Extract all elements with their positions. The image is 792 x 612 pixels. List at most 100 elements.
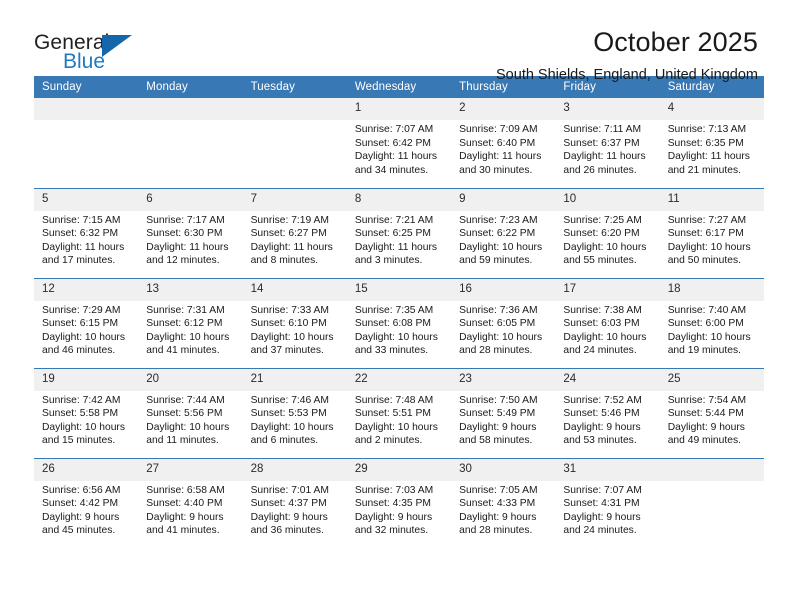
day-details: Sunrise: 7:01 AM Sunset: 4:37 PM Daylight:… bbox=[243, 481, 347, 538]
sunrise-text: Sunrise: 7:54 AM bbox=[667, 394, 747, 406]
calendar-day-cell[interactable]: 13 Sunrise: 7:31 AM Sunset: 6:12 PM Dayligh… bbox=[138, 277, 243, 368]
day-cell-inner: 15 Sunrise: 7:35 AM Sunset: 6:08 PM Dayligh… bbox=[346, 278, 452, 368]
day-details: Sunrise: 7:50 AM Sunset: 5:49 PM Daylight:… bbox=[451, 391, 555, 448]
day-details: Sunrise: 7:07 AM Sunset: 6:42 PM Daylight:… bbox=[347, 120, 451, 177]
day-cell-inner bbox=[138, 98, 243, 188]
day-cell-inner: 6 Sunrise: 7:17 AM Sunset: 6:30 PM Daylight… bbox=[138, 188, 243, 278]
day-number: 7 bbox=[242, 188, 347, 211]
day-number: 14 bbox=[242, 278, 347, 301]
calendar-week-row: 12 Sunrise: 7:29 AM Sunset: 6:15 PM Dayligh… bbox=[34, 277, 764, 368]
day-details: Sunrise: 7:44 AM Sunset: 5:56 PM Daylight:… bbox=[138, 391, 242, 448]
day-cell-inner: 23 Sunrise: 7:50 AM Sunset: 5:49 PM Dayligh… bbox=[451, 368, 556, 458]
calendar-day-cell[interactable]: 17 Sunrise: 7:38 AM Sunset: 6:03 PM Dayligh… bbox=[555, 277, 660, 368]
day-details: Sunrise: 7:33 AM Sunset: 6:10 PM Daylight:… bbox=[243, 301, 347, 358]
sunrise-text: Sunrise: 7:44 AM bbox=[146, 394, 225, 406]
day-number: 9 bbox=[451, 188, 556, 211]
calendar-day-cell[interactable]: 27 Sunrise: 6:58 AM Sunset: 4:40 PM Dayligh… bbox=[138, 457, 243, 548]
day-details: Sunrise: 6:58 AM Sunset: 4:40 PM Daylight:… bbox=[138, 481, 242, 538]
sunrise-text: Sunrise: 7:07 AM bbox=[354, 124, 434, 135]
daylight-text: Daylight: 10 hours and 46 minutes. bbox=[42, 331, 125, 357]
sunset-text: Sunset: 6:42 PM bbox=[354, 137, 431, 149]
calendar-day-cell[interactable]: 25 Sunrise: 7:54 AM Sunset: 5:44 PM Dayligh… bbox=[659, 367, 764, 458]
calendar-day-cell[interactable]: 12 Sunrise: 7:29 AM Sunset: 6:15 PM Dayligh… bbox=[34, 277, 139, 368]
calendar-day-cell[interactable]: 29 Sunrise: 7:03 AM Sunset: 4:35 PM Dayligh… bbox=[346, 457, 452, 548]
day-cell-inner bbox=[659, 458, 764, 549]
day-cell-inner: 20 Sunrise: 7:44 AM Sunset: 5:56 PM Dayligh… bbox=[138, 368, 243, 458]
calendar-page: General Blue October 2025 South Shields,… bbox=[0, 0, 792, 612]
calendar-day-cell[interactable]: 4 Sunrise: 7:13 AM Sunset: 6:35 PM Daylight… bbox=[659, 98, 764, 188]
day-cell-inner bbox=[34, 98, 139, 188]
calendar-day-cell[interactable]: 5 Sunrise: 7:15 AM Sunset: 6:32 PM Daylight… bbox=[34, 187, 139, 278]
calendar-day-cell[interactable]: 3 Sunrise: 7:11 AM Sunset: 6:37 PM Daylight… bbox=[555, 98, 660, 188]
sunset-text: Sunset: 6:15 PM bbox=[42, 318, 119, 330]
day-number: 24 bbox=[555, 368, 660, 391]
calendar-day-cell[interactable]: 11 Sunrise: 7:27 AM Sunset: 6:17 PM Dayligh… bbox=[659, 187, 764, 278]
calendar-day-cell[interactable]: 26 Sunrise: 6:56 AM Sunset: 4:42 PM Dayligh… bbox=[34, 457, 139, 548]
page-title: October 2025 bbox=[593, 27, 758, 57]
day-cell-inner: 18 Sunrise: 7:40 AM Sunset: 6:00 PM Dayligh… bbox=[659, 278, 764, 368]
page-header: General Blue October 2025 South Shields,… bbox=[34, 0, 758, 83]
calendar-day-cell-empty bbox=[659, 457, 764, 549]
daylight-text: Daylight: 9 hours and 41 minutes. bbox=[146, 511, 224, 537]
title-block: October 2025 South Shields, England, Uni… bbox=[184, 26, 758, 85]
day-cell-inner: 24 Sunrise: 7:52 AM Sunset: 5:46 PM Dayligh… bbox=[555, 368, 660, 458]
day-cell-inner: 14 Sunrise: 7:33 AM Sunset: 6:10 PM Dayligh… bbox=[242, 278, 347, 368]
sunset-text: Sunset: 6:17 PM bbox=[667, 228, 744, 240]
calendar-day-cell[interactable]: 15 Sunrise: 7:35 AM Sunset: 6:08 PM Dayligh… bbox=[346, 277, 452, 368]
calendar-day-cell[interactable]: 10 Sunrise: 7:25 AM Sunset: 6:20 PM Dayligh… bbox=[555, 187, 660, 278]
calendar-week-row: 5 Sunrise: 7:15 AM Sunset: 6:32 PM Daylight… bbox=[34, 187, 764, 278]
sunrise-text: Sunrise: 6:58 AM bbox=[146, 484, 225, 496]
calendar-day-cell[interactable]: 2 Sunrise: 7:09 AM Sunset: 6:40 PM Daylight… bbox=[451, 98, 556, 188]
sunset-text: Sunset: 6:08 PM bbox=[354, 318, 431, 330]
calendar-day-cell[interactable]: 19 Sunrise: 7:42 AM Sunset: 5:58 PM Dayligh… bbox=[34, 367, 139, 458]
day-details: Sunrise: 7:13 AM Sunset: 6:35 PM Daylight:… bbox=[660, 120, 764, 177]
sunset-text: Sunset: 6:27 PM bbox=[250, 228, 327, 240]
day-details: Sunrise: 7:07 AM Sunset: 4:31 PM Daylight:… bbox=[555, 481, 659, 538]
general-blue-logo[interactable]: General Blue bbox=[34, 26, 184, 82]
day-number: 18 bbox=[659, 278, 764, 301]
sunset-text: Sunset: 5:53 PM bbox=[250, 408, 327, 420]
calendar-day-cell[interactable]: 16 Sunrise: 7:36 AM Sunset: 6:05 PM Dayligh… bbox=[451, 277, 556, 368]
day-cell-inner: 19 Sunrise: 7:42 AM Sunset: 5:58 PM Dayligh… bbox=[34, 368, 139, 458]
daylight-text: Daylight: 11 hours and 21 minutes. bbox=[667, 151, 750, 176]
day-number: 30 bbox=[451, 458, 556, 481]
calendar-day-cell[interactable]: 23 Sunrise: 7:50 AM Sunset: 5:49 PM Dayligh… bbox=[451, 367, 556, 458]
calendar-day-cell[interactable]: 24 Sunrise: 7:52 AM Sunset: 5:46 PM Dayligh… bbox=[555, 367, 660, 458]
day-number: 17 bbox=[555, 278, 660, 301]
sunrise-text: Sunrise: 7:27 AM bbox=[667, 214, 747, 226]
sunset-text: Sunset: 6:20 PM bbox=[563, 228, 640, 240]
day-number: 21 bbox=[242, 368, 347, 391]
calendar-day-cell[interactable]: 9 Sunrise: 7:23 AM Sunset: 6:22 PM Daylight… bbox=[451, 187, 556, 278]
daylight-text: Daylight: 10 hours and 11 minutes. bbox=[146, 421, 230, 447]
sunset-text: Sunset: 6:32 PM bbox=[42, 228, 119, 240]
calendar-day-cell[interactable]: 20 Sunrise: 7:44 AM Sunset: 5:56 PM Dayligh… bbox=[138, 367, 243, 458]
day-cell-inner: 1 Sunrise: 7:07 AM Sunset: 6:42 PM Daylight… bbox=[346, 98, 452, 188]
calendar-day-cell[interactable]: 22 Sunrise: 7:48 AM Sunset: 5:51 PM Dayligh… bbox=[346, 367, 452, 458]
day-cell-inner bbox=[242, 98, 347, 188]
calendar-day-cell[interactable]: 1 Sunrise: 7:07 AM Sunset: 6:42 PM Daylight… bbox=[346, 98, 452, 188]
day-cell-inner: 28 Sunrise: 7:01 AM Sunset: 4:37 PM Dayligh… bbox=[242, 458, 347, 549]
sunrise-text: Sunrise: 7:52 AM bbox=[563, 394, 642, 406]
sunrise-text: Sunrise: 7:33 AM bbox=[250, 304, 329, 316]
day-number: 23 bbox=[451, 368, 556, 391]
calendar-day-cell[interactable]: 6 Sunrise: 7:17 AM Sunset: 6:30 PM Daylight… bbox=[138, 187, 243, 278]
calendar-day-cell[interactable]: 28 Sunrise: 7:01 AM Sunset: 4:37 PM Dayligh… bbox=[242, 457, 347, 549]
sunrise-text: Sunrise: 7:46 AM bbox=[250, 394, 329, 406]
day-cell-inner: 2 Sunrise: 7:09 AM Sunset: 6:40 PM Daylight… bbox=[451, 98, 556, 188]
calendar-day-cell[interactable]: 31 Sunrise: 7:07 AM Sunset: 4:31 PM Dayligh… bbox=[555, 457, 660, 548]
sunrise-text: Sunrise: 7:35 AM bbox=[354, 304, 434, 316]
calendar-day-cell[interactable]: 14 Sunrise: 7:33 AM Sunset: 6:10 PM Dayligh… bbox=[242, 277, 347, 368]
calendar-day-cell[interactable]: 18 Sunrise: 7:40 AM Sunset: 6:00 PM Dayligh… bbox=[659, 277, 764, 368]
calendar-day-cell[interactable]: 7 Sunrise: 7:19 AM Sunset: 6:27 PM Daylight… bbox=[242, 187, 347, 278]
calendar-day-cell[interactable]: 30 Sunrise: 7:05 AM Sunset: 4:33 PM Dayligh… bbox=[451, 457, 556, 548]
day-number: 31 bbox=[555, 458, 660, 481]
daylight-text: Daylight: 9 hours and 49 minutes. bbox=[667, 421, 745, 447]
sunrise-text: Sunrise: 7:21 AM bbox=[354, 214, 434, 226]
sunset-text: Sunset: 6:25 PM bbox=[354, 228, 431, 240]
daylight-text: Daylight: 9 hours and 58 minutes. bbox=[459, 421, 537, 447]
calendar-day-cell[interactable]: 8 Sunrise: 7:21 AM Sunset: 6:25 PM Daylight… bbox=[346, 187, 452, 278]
calendar-day-cell[interactable]: 21 Sunrise: 7:46 AM Sunset: 5:53 PM Dayligh… bbox=[242, 367, 347, 458]
daylight-text: Daylight: 11 hours and 3 minutes. bbox=[354, 241, 438, 267]
sunset-text: Sunset: 4:40 PM bbox=[146, 498, 223, 510]
sunset-text: Sunset: 6:35 PM bbox=[667, 137, 744, 149]
